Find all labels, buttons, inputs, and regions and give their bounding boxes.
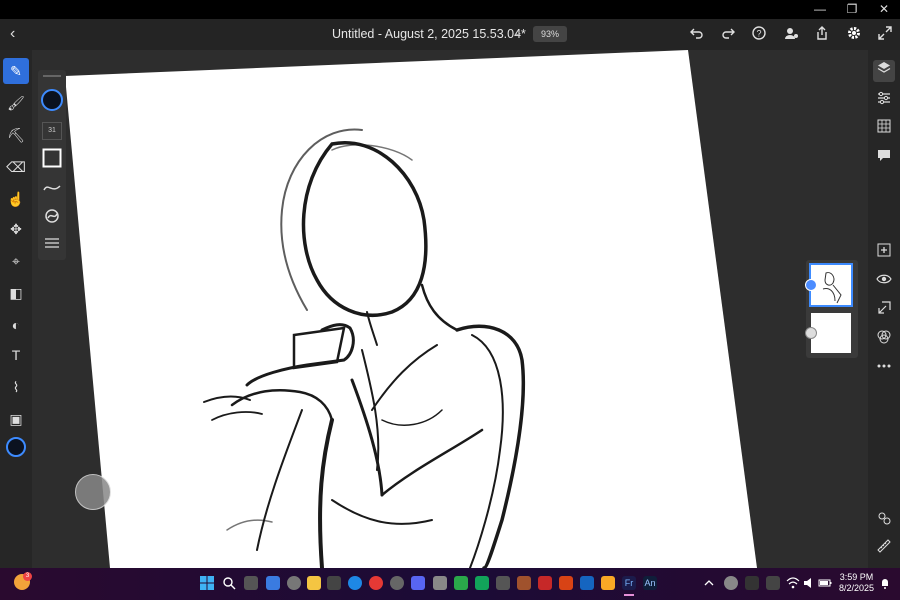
shape-tool-button[interactable]: ◐ (3, 312, 29, 338)
lasso-tool-button[interactable]: ⌖ (3, 248, 29, 274)
adjustments-icon[interactable] (873, 90, 895, 112)
windows-taskbar: 3 Fr An 3:59 PM 8/2/2025 (0, 568, 900, 600)
brush-dynamics-icon[interactable] (42, 206, 62, 226)
svg-text:?: ? (756, 29, 761, 39)
import-icon[interactable] (873, 300, 895, 322)
layer-thumbnail-sketch[interactable] (805, 263, 853, 307)
clock-time: 3:59 PM (839, 572, 874, 582)
brush-size-value[interactable]: 31 (42, 122, 62, 140)
keyboard-icon[interactable] (766, 576, 780, 590)
help-icon[interactable]: ? (750, 25, 768, 44)
paint-tool-button[interactable]: 🖌 (3, 90, 29, 116)
battery-icon[interactable] (818, 576, 832, 590)
color-picker-button[interactable] (3, 436, 29, 462)
more-icon[interactable] (873, 358, 895, 380)
stroke-smoothing-icon[interactable] (42, 178, 62, 198)
blend-icon[interactable] (873, 329, 895, 351)
right-toolbar (868, 50, 900, 568)
brush-opacity-icon[interactable] (42, 148, 62, 168)
canvas-page (65, 50, 757, 568)
app-icon-8[interactable] (538, 576, 552, 590)
brush-settings-icon[interactable] (42, 232, 62, 252)
document-title[interactable]: Untitled - August 2, 2025 15.53.04* (332, 27, 526, 41)
app-icon-9[interactable] (559, 576, 573, 590)
transform-tool-button[interactable]: ✥ (3, 216, 29, 242)
brush-settings-panel: 31 (38, 70, 66, 260)
wifi-icon[interactable] (786, 576, 800, 590)
image-tool-button[interactable]: ▣ (3, 406, 29, 432)
app-icon-7[interactable] (517, 576, 531, 590)
discord-icon[interactable] (411, 576, 425, 590)
export-icon[interactable] (813, 25, 831, 44)
app-icon-10[interactable] (580, 576, 594, 590)
fresco-app-icon[interactable]: Fr (622, 576, 636, 590)
app-header: ‹ Untitled - August 2, 2025 15.53.04* ⌄ … (0, 19, 900, 50)
window-controls: — ❐ ✕ (812, 2, 892, 16)
text-tool-button[interactable]: T (3, 342, 29, 368)
restore-button[interactable]: ❐ (844, 2, 860, 16)
add-layer-icon[interactable] (873, 242, 895, 264)
chevron-down-icon[interactable]: ⌄ (513, 25, 523, 39)
app-icon-6[interactable] (496, 576, 510, 590)
grid-icon[interactable] (873, 118, 895, 140)
chevron-up-icon[interactable] (702, 576, 716, 590)
clock-date: 8/2/2025 (838, 583, 874, 593)
app-icon-5[interactable] (475, 576, 489, 590)
smudge-tool-button[interactable]: ☝ (3, 186, 29, 212)
layers-panel (805, 260, 858, 358)
gear-icon[interactable] (845, 25, 863, 44)
windows-start-icon[interactable] (200, 576, 214, 590)
edge-icon[interactable] (348, 576, 362, 590)
notification-bell-icon[interactable] (878, 576, 892, 590)
app-icon-2[interactable] (390, 576, 404, 590)
canvas-workspace[interactable] (32, 50, 868, 568)
eyedropper-tool-button[interactable]: ⌇ (3, 374, 29, 400)
layer-active-badge (805, 279, 817, 291)
eraser-tool-button[interactable]: ⌫ (3, 154, 29, 180)
expand-icon[interactable] (876, 25, 894, 44)
task-view-icon[interactable] (244, 576, 258, 590)
active-app-indicator (624, 594, 634, 596)
copilot-icon[interactable] (266, 576, 280, 590)
close-button[interactable]: ✕ (876, 2, 892, 16)
ruler-icon[interactable] (873, 538, 895, 560)
layers-icon[interactable] (873, 60, 895, 82)
window-titlebar: — ❐ ✕ (0, 0, 900, 19)
minimize-button[interactable]: — (812, 2, 828, 16)
app-icon-3[interactable] (433, 576, 447, 590)
volume-icon[interactable] (802, 576, 816, 590)
left-toolbar: ✎ 🖌 ⛏ ⌫ ☝ ✥ ⌖ ◧ ◐ T ⌇ ▣ (0, 50, 32, 568)
fill-tool-button[interactable]: ◧ (3, 280, 29, 306)
animate-app-icon[interactable]: An (643, 576, 657, 590)
pen-icon[interactable] (745, 576, 759, 590)
search-icon[interactable] (222, 576, 236, 590)
layer-lock-badge (805, 327, 817, 339)
panel-grip[interactable] (43, 75, 61, 77)
terminal-icon[interactable] (327, 576, 341, 590)
brush-color-swatch[interactable] (40, 88, 64, 112)
app-icon-11[interactable] (601, 576, 615, 590)
fill-brush-tool-button[interactable]: ⛏ (3, 122, 29, 148)
brush-tool-button[interactable]: ✎ (3, 58, 29, 84)
notification-badge: 3 (23, 572, 32, 581)
layer-thumbnail-background[interactable] (805, 313, 851, 353)
app-icon-1[interactable] (287, 576, 301, 590)
touch-shortcut-icon[interactable] (873, 510, 895, 532)
quick-access-handle[interactable] (75, 474, 111, 510)
visibility-icon[interactable] (873, 271, 895, 293)
back-button[interactable]: ‹ (10, 25, 15, 43)
drawing-canvas[interactable] (32, 50, 868, 568)
file-explorer-icon[interactable] (307, 576, 321, 590)
undo-icon[interactable] (688, 25, 706, 44)
chrome-icon[interactable] (369, 576, 383, 590)
share-icon[interactable] (782, 25, 800, 44)
comment-icon[interactable] (873, 147, 895, 169)
app-icon-4[interactable] (454, 576, 468, 590)
redo-icon[interactable] (719, 25, 737, 44)
tray-icon-1[interactable] (724, 576, 738, 590)
zoom-level[interactable]: 93% (533, 26, 567, 42)
system-clock[interactable]: 3:59 PM 8/2/2025 (839, 572, 874, 594)
